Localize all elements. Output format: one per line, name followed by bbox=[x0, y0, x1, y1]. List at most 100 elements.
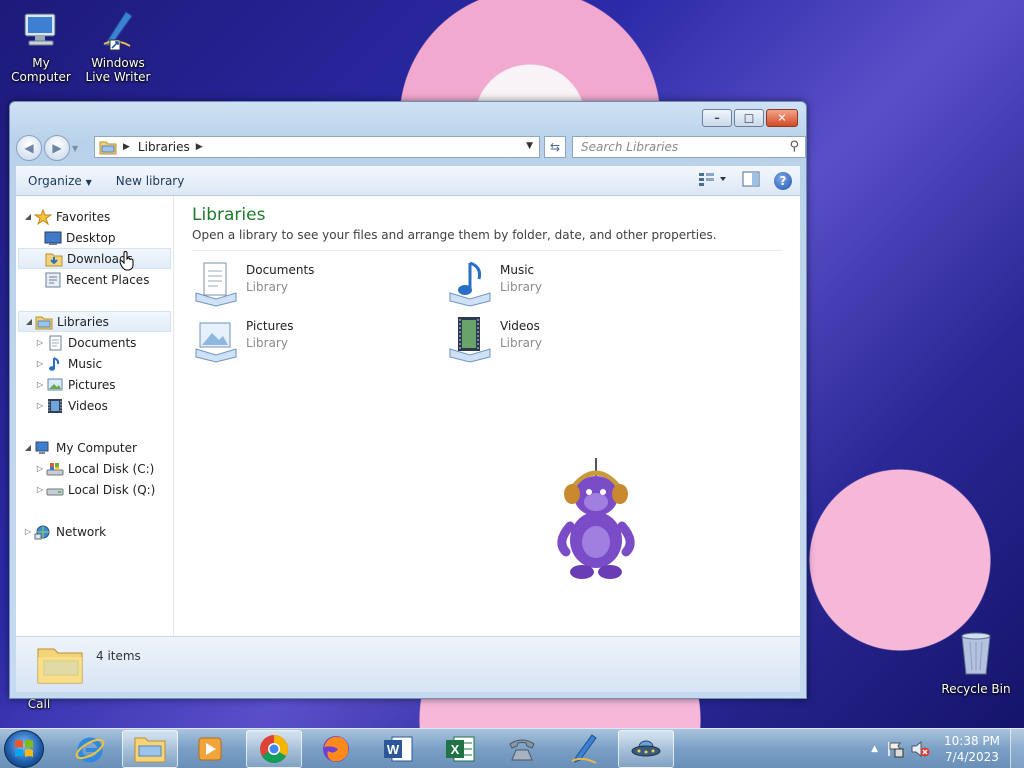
tree-network[interactable]: ▷ Network bbox=[16, 521, 173, 542]
tree-item-music[interactable]: ▷ Music bbox=[16, 353, 173, 374]
computer-icon bbox=[24, 13, 56, 46]
computer-icon bbox=[35, 441, 49, 454]
library-item-music[interactable]: Music Library bbox=[446, 259, 686, 309]
library-type: Library bbox=[500, 336, 542, 350]
music-icon bbox=[49, 356, 60, 371]
desktop-icon-my-computer[interactable]: My Computer bbox=[2, 8, 80, 84]
page-subtitle: Open a library to see your files and arr… bbox=[192, 228, 782, 251]
libraries-icon bbox=[99, 141, 117, 155]
clock-time: 10:38 PM bbox=[944, 734, 1000, 748]
search-icon[interactable]: ⚲ bbox=[789, 139, 799, 154]
taskbar-internet-explorer[interactable] bbox=[62, 730, 118, 768]
expand-arrow-icon[interactable]: ▷ bbox=[34, 401, 46, 410]
taskbar-chrome[interactable] bbox=[246, 730, 302, 768]
recycle-bin-icon bbox=[961, 632, 991, 675]
organize-menu[interactable]: Organize ▼ bbox=[16, 174, 104, 188]
library-text: Videos Library bbox=[500, 315, 542, 350]
expand-arrow-icon[interactable]: ▷ bbox=[34, 380, 46, 389]
collapse-arrow-icon[interactable]: ◢ bbox=[22, 443, 34, 452]
start-button[interactable] bbox=[4, 730, 44, 768]
refresh-button[interactable]: ⇆ bbox=[544, 136, 566, 158]
breadcrumb-separator-icon[interactable]: ▶ bbox=[123, 142, 130, 152]
help-icon[interactable]: ? bbox=[774, 171, 792, 190]
taskbar-writer[interactable] bbox=[556, 730, 612, 768]
volume-muted-icon[interactable] bbox=[910, 740, 930, 758]
tree-item-downloads[interactable]: Downloads bbox=[18, 248, 171, 271]
item-count: 4 items bbox=[96, 649, 141, 663]
library-type: Library bbox=[246, 336, 288, 350]
close-button[interactable]: ✕ bbox=[766, 109, 798, 127]
minimize-icon: – bbox=[714, 111, 720, 125]
organize-label: Organize bbox=[28, 173, 82, 188]
maximize-button[interactable]: □ bbox=[734, 109, 764, 127]
expand-arrow-icon[interactable]: ▷ bbox=[34, 485, 46, 494]
desktop-buddy-monkey[interactable] bbox=[552, 454, 642, 584]
recent-pages-dropdown-icon[interactable]: ▼ bbox=[72, 144, 78, 153]
tree-item-local-disk-c[interactable]: ▷ Local Disk (C:) bbox=[16, 458, 173, 479]
svg-text:X: X bbox=[451, 742, 460, 757]
desktop-icon-label: My Computer bbox=[11, 56, 71, 84]
details-pane: 4 items bbox=[16, 636, 800, 692]
change-view-button[interactable] bbox=[698, 171, 728, 190]
tree-libraries[interactable]: ◢ Libraries bbox=[18, 311, 171, 332]
tree-item-videos[interactable]: ▷ Videos bbox=[16, 395, 173, 416]
collapse-arrow-icon[interactable]: ◢ bbox=[23, 317, 35, 326]
explorer-window: – □ ✕ ◀ ▶ ▼ ▶ Libraries ▶ ▼ ⇆ Search Lib… bbox=[9, 101, 807, 699]
address-dropdown-icon[interactable]: ▼ bbox=[526, 141, 533, 151]
new-library-button[interactable]: New library bbox=[104, 174, 197, 188]
library-item-pictures[interactable]: Pictures Library bbox=[192, 315, 432, 365]
show-hidden-icons-button[interactable]: ▲ bbox=[871, 744, 878, 754]
taskbar-firefox[interactable] bbox=[308, 730, 364, 768]
system-clock[interactable]: 10:38 PM 7/4/2023 bbox=[944, 733, 1000, 765]
collapse-arrow-icon[interactable]: ◢ bbox=[22, 212, 34, 221]
downloads-icon bbox=[45, 253, 63, 266]
library-item-documents[interactable]: Documents Library bbox=[192, 259, 432, 309]
taskbar-excel[interactable]: X bbox=[432, 730, 488, 768]
expand-arrow-icon[interactable]: ▷ bbox=[34, 359, 46, 368]
tree-my-computer[interactable]: ◢ My Computer bbox=[16, 437, 173, 458]
breadcrumb-separator-icon[interactable]: ▶ bbox=[196, 142, 203, 152]
action-center-flag-icon[interactable] bbox=[886, 740, 904, 758]
tree-item-desktop[interactable]: Desktop bbox=[16, 227, 173, 248]
taskbar-ufo-app[interactable] bbox=[618, 730, 674, 768]
writer-icon bbox=[571, 734, 597, 764]
page-title: Libraries bbox=[192, 205, 266, 225]
expand-arrow-icon[interactable]: ▷ bbox=[34, 338, 46, 347]
expand-arrow-icon[interactable]: ▷ bbox=[34, 464, 46, 473]
tree-item-recent-places[interactable]: Recent Places bbox=[16, 269, 173, 290]
minimize-button[interactable]: – bbox=[702, 109, 732, 127]
breadcrumb-libraries[interactable]: Libraries bbox=[138, 140, 190, 154]
library-item-videos[interactable]: Videos Library bbox=[446, 315, 686, 365]
desktop-icon-windows-live-writer[interactable]: Windows Live Writer bbox=[80, 8, 156, 84]
back-button[interactable]: ◀ bbox=[16, 135, 42, 161]
tree-item-local-disk-q[interactable]: ▷ Local Disk (Q:) bbox=[16, 479, 173, 500]
tree-label: My Computer bbox=[56, 440, 137, 455]
documents-icon bbox=[49, 335, 62, 350]
svg-text:W: W bbox=[387, 742, 400, 757]
library-text: Documents Library bbox=[246, 259, 314, 294]
show-desktop-button[interactable] bbox=[1010, 729, 1024, 768]
search-input[interactable]: Search Libraries ⚲ bbox=[572, 136, 806, 158]
address-bar[interactable]: ▶ Libraries ▶ ▼ bbox=[94, 136, 540, 158]
forward-arrow-icon: ▶ bbox=[52, 141, 62, 155]
documents-icon bbox=[195, 262, 237, 307]
tree-label: Desktop bbox=[66, 230, 116, 245]
search-placeholder: Search Libraries bbox=[581, 140, 679, 154]
preview-pane-button[interactable] bbox=[742, 171, 760, 190]
tree-item-pictures[interactable]: ▷ Pictures bbox=[16, 374, 173, 395]
desktop-icon-recycle-bin[interactable]: Recycle Bin bbox=[940, 630, 1012, 696]
tree-favorites[interactable]: ◢ Favorites bbox=[16, 206, 173, 227]
tree-item-documents[interactable]: ▷ Documents bbox=[16, 332, 173, 353]
taskbar-windows-explorer[interactable] bbox=[122, 730, 178, 768]
forward-button[interactable]: ▶ bbox=[44, 135, 70, 161]
tree-label: Documents bbox=[68, 335, 137, 350]
taskbar-word[interactable]: W bbox=[370, 730, 426, 768]
expand-arrow-icon[interactable]: ▷ bbox=[22, 527, 34, 536]
tree-label: Libraries bbox=[57, 314, 109, 329]
internet-explorer-icon bbox=[75, 737, 105, 763]
taskbar-media-player[interactable] bbox=[182, 730, 238, 768]
media-player-icon bbox=[198, 737, 222, 761]
taskbar-phone[interactable] bbox=[494, 730, 550, 768]
library-name: Documents bbox=[246, 263, 315, 277]
writer-icon bbox=[103, 11, 133, 51]
